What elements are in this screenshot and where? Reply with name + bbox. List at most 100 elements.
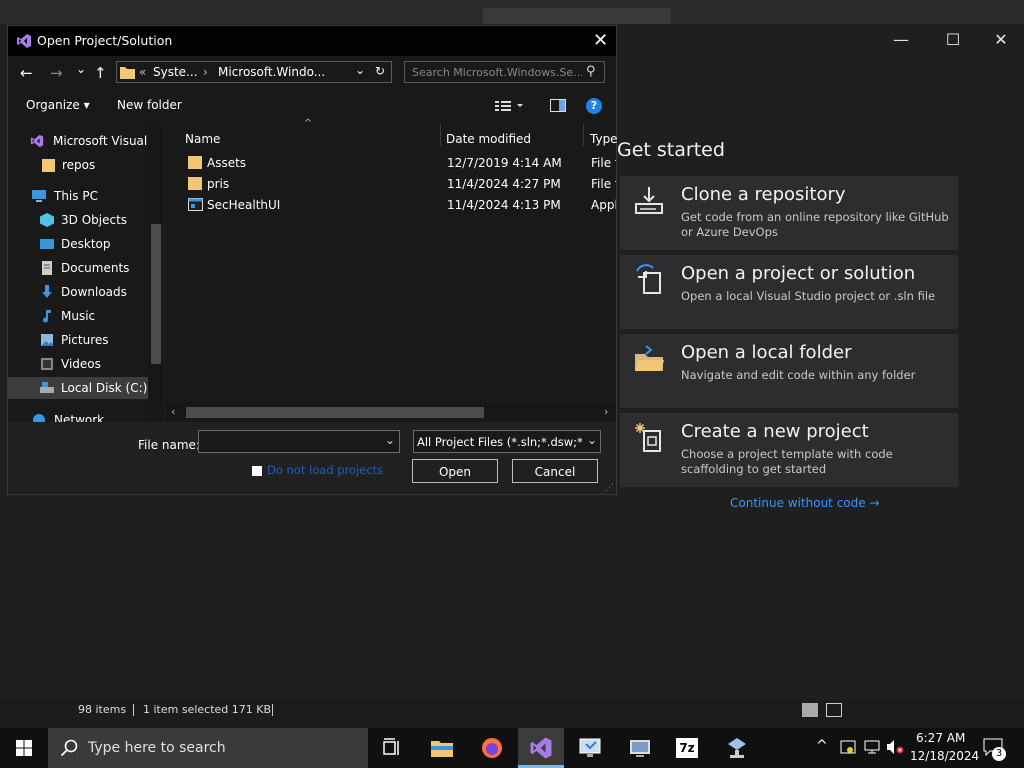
security-icon[interactable] <box>840 739 856 755</box>
file-name: pris <box>207 177 230 191</box>
firefox-icon[interactable] <box>480 736 504 760</box>
folder-icon <box>42 159 55 172</box>
file-type: Appli <box>591 198 616 212</box>
large-icons-view-icon[interactable] <box>826 703 842 717</box>
help-icon[interactable]: ? <box>586 98 602 114</box>
column-header-name[interactable]: Name <box>185 132 220 146</box>
card-title: Open a local folder <box>681 342 852 363</box>
file-name-input[interactable]: ⌄ <box>198 430 400 453</box>
nav-item-label: Downloads <box>61 285 127 299</box>
file-name: SecHealthUI <box>207 198 281 212</box>
column-divider[interactable] <box>440 124 441 146</box>
nav-item-repos[interactable]: repos <box>42 154 164 176</box>
file-row[interactable]: SecHealthUI 11/4/2024 4:13 PM Appli <box>168 195 616 216</box>
status-selection: 1 item selected 171 KB <box>143 703 272 716</box>
organize-menu[interactable]: Organize ▾ <box>26 98 90 112</box>
nav-item-label: Desktop <box>61 237 111 251</box>
status-separator <box>272 704 273 716</box>
nav-item-network[interactable]: Network <box>32 409 164 422</box>
nav-item-videos[interactable]: Videos <box>40 353 164 375</box>
network-share-icon[interactable] <box>725 736 749 760</box>
column-divider[interactable] <box>583 124 584 146</box>
windows-start-icon[interactable] <box>16 740 32 756</box>
new-folder-button[interactable]: New folder <box>117 98 182 112</box>
clone-repository-card[interactable]: Clone a repository Get code from an onli… <box>620 176 958 250</box>
file-type-filter-select[interactable]: All Project Files (*.sln;*.dsw;*.vc ⌄ <box>413 430 601 453</box>
nav-item-label: repos <box>62 158 96 172</box>
clock-date[interactable]: 12/18/2024 <box>910 749 979 763</box>
preview-pane-icon[interactable] <box>550 99 566 112</box>
up-button[interactable]: ↑ <box>94 64 107 82</box>
create-new-project-card[interactable]: Create a new project Choose a project te… <box>620 413 958 487</box>
scroll-right-icon[interactable]: › <box>604 405 608 418</box>
nav-item-pictures[interactable]: Pictures <box>40 329 164 351</box>
nav-item-documents[interactable]: Documents <box>40 257 164 279</box>
view-options-icon[interactable] <box>495 100 525 112</box>
forward-button[interactable]: → <box>50 64 63 82</box>
recent-locations-button[interactable]: ⌄ <box>76 62 86 76</box>
nav-pane-scroll-thumb[interactable] <box>151 224 161 364</box>
continue-without-code-link[interactable]: Continue without code → <box>730 496 880 510</box>
pictures-icon <box>41 334 53 346</box>
column-header-type[interactable]: Type <box>590 132 618 146</box>
network-status-icon[interactable] <box>864 739 880 755</box>
close-window-button[interactable]: ✕ <box>978 28 1024 52</box>
navigation-bar: ← → ⌄ ↑ « Syste... › Microsoft.Windo... … <box>8 56 616 90</box>
cancel-button[interactable]: Cancel <box>512 459 598 483</box>
3d-objects-icon <box>40 213 54 227</box>
task-view-icon[interactable] <box>380 736 404 760</box>
maximize-button[interactable]: ☐ <box>930 28 976 52</box>
address-segment[interactable]: Syste... <box>153 65 198 79</box>
open-button[interactable]: Open <box>412 459 498 483</box>
7zip-icon[interactable]: 7z <box>676 738 698 758</box>
details-view-icon[interactable] <box>802 703 818 717</box>
file-row[interactable]: Assets 12/7/2019 4:14 AM File fo <box>168 153 616 174</box>
remote-desktop-icon[interactable] <box>578 736 602 760</box>
chevron-down-icon[interactable]: ⌄ <box>587 433 597 447</box>
resize-grip-icon[interactable]: ⋰ <box>605 483 614 493</box>
file-type: File fo <box>591 177 616 191</box>
show-hidden-icons-icon[interactable]: ^ <box>816 738 828 754</box>
open-project-card[interactable]: Open a project or solution Open a local … <box>620 255 958 329</box>
search-input[interactable]: Search Microsoft.Windows.Se... <box>412 66 582 79</box>
do-not-load-projects-label[interactable]: Do not load projects <box>267 463 383 477</box>
nav-item-local-disk[interactable]: Local Disk (C:) <box>8 377 148 399</box>
nav-item-downloads[interactable]: Downloads <box>40 281 164 303</box>
dialog-titlebar: Open Project/Solution ✕ <box>8 26 616 56</box>
horizontal-scroll-thumb[interactable] <box>186 407 484 418</box>
dialog-title: Open Project/Solution <box>37 33 173 48</box>
volume-muted-icon[interactable] <box>886 739 904 755</box>
address-separator: › <box>203 65 208 79</box>
column-header-date[interactable]: Date modified <box>446 132 531 146</box>
nav-item-music[interactable]: Music <box>40 305 164 327</box>
search-box[interactable]: Search Microsoft.Windows.Se... ⚲ <box>404 61 605 83</box>
minimize-button[interactable]: — <box>878 28 924 52</box>
card-description: Choose a project template with code scaf… <box>681 447 893 476</box>
notification-count-badge: 3 <box>992 747 1006 761</box>
address-segment[interactable]: Microsoft.Windo... <box>218 65 325 79</box>
nav-item-3d-objects[interactable]: 3D Objects <box>40 209 164 231</box>
open-project-dialog: Open Project/Solution ✕ ← → ⌄ ↑ « Syste.… <box>7 25 618 495</box>
clock-time[interactable]: 6:27 AM <box>916 731 965 745</box>
file-name-label: File name: <box>138 438 200 452</box>
taskbar-search-input[interactable]: Type here to search <box>88 740 226 756</box>
file-row[interactable]: pris 11/4/2024 4:27 PM File fo <box>168 174 616 195</box>
dialog-close-button[interactable]: ✕ <box>593 30 608 51</box>
nav-item-this-pc[interactable]: This PC <box>32 185 164 207</box>
card-description: Open a local Visual Studio project or .s… <box>681 289 936 303</box>
scroll-left-icon[interactable]: ‹ <box>171 405 175 418</box>
open-folder-card[interactable]: Open a local folder Navigate and edit co… <box>620 334 958 408</box>
back-button[interactable]: ← <box>20 64 33 82</box>
do-not-load-projects-checkbox[interactable] <box>252 466 262 476</box>
file-explorer-icon[interactable] <box>430 736 454 760</box>
chevron-down-icon[interactable]: ⌄ <box>385 433 395 447</box>
nav-item-visual-studio[interactable]: Microsoft Visual S <box>30 130 164 152</box>
card-title: Open a project or solution <box>681 263 916 284</box>
background-tab[interactable] <box>483 8 671 24</box>
settings-app-icon[interactable] <box>628 736 652 760</box>
visual-studio-icon <box>30 134 44 148</box>
address-dropdown[interactable]: ⌄ <box>355 63 365 77</box>
address-bar[interactable]: « Syste... › Microsoft.Windo... ⌄ ↻ <box>116 61 392 83</box>
nav-item-desktop[interactable]: Desktop <box>40 233 164 255</box>
refresh-button[interactable]: ↻ <box>375 64 385 78</box>
